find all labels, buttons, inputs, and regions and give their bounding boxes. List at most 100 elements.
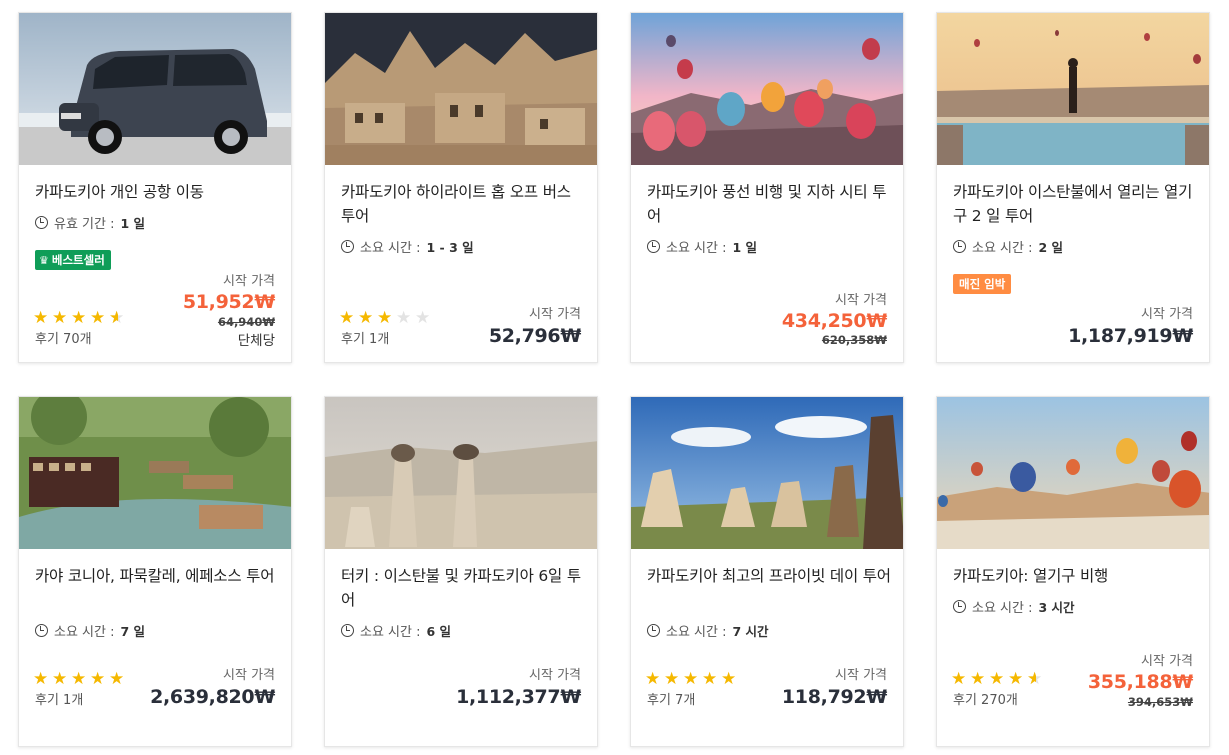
clock-icon <box>647 624 660 637</box>
clock-icon <box>35 624 48 637</box>
star-full-icon: ★ <box>90 308 106 328</box>
rock-formations-sky-photo <box>631 397 903 549</box>
star-full-icon: ★ <box>664 669 680 689</box>
rating-stars: ★ ★ ★ ★ ★ <box>33 309 127 327</box>
tour-title[interactable]: 카야 코니아, 파묵칼레, 에페소스 투어 <box>35 564 279 588</box>
star-full-icon: ★ <box>33 669 49 689</box>
star-half-icon: ★ <box>1027 670 1045 688</box>
price-label: 시작 가격 <box>1141 654 1193 669</box>
star-full-icon: ★ <box>109 669 125 689</box>
clock-icon <box>35 216 48 229</box>
star-full-icon: ★ <box>33 308 49 328</box>
tour-image-rock-formations[interactable] <box>631 397 903 549</box>
tour-card[interactable]: 카파도키아 하이라이트 홉 오프 버스 투어 소요 시간 : 1 - 3 일 시… <box>324 12 598 363</box>
duration-value: 1 - 3 일 <box>426 240 474 255</box>
rating-stars: ★ ★ ★ ★ ★ <box>645 670 739 688</box>
van-photo <box>19 13 291 165</box>
fairy-chimneys-photo <box>325 397 597 549</box>
price: 51,952₩ <box>182 291 275 313</box>
review-count[interactable]: 후기 7개 <box>647 689 695 708</box>
duration-value: 7 시간 <box>732 624 769 639</box>
clock-icon <box>647 240 660 253</box>
price-label: 시작 가격 <box>835 293 887 308</box>
tour-image-woman-pool[interactable] <box>937 13 1209 165</box>
rock-houses-photo <box>325 13 597 165</box>
duration-label: 소요 시간 : <box>54 625 115 640</box>
review-count[interactable]: 후기 270개 <box>953 689 1018 708</box>
bestseller-badge: ♛ 베스트셀러 <box>35 250 111 270</box>
review-count[interactable]: 후기 1개 <box>35 689 83 708</box>
clock-icon <box>341 624 354 637</box>
star-full-icon: ★ <box>52 669 68 689</box>
duration: 소요 시간 : 7 일 <box>35 621 145 640</box>
tour-title[interactable]: 터키 : 이스탄불 및 카파도키아 6일 투어 <box>341 564 585 612</box>
tour-card[interactable]: 카파도키아 이스탄불에서 열리는 열기구 2 일 투어 소요 시간 : 2 일 … <box>936 12 1210 363</box>
tour-title[interactable]: 카파도키아 이스탄불에서 열리는 열기구 2 일 투어 <box>953 180 1197 228</box>
duration-value: 3 시간 <box>1038 600 1075 615</box>
tour-image-balloons-sunset[interactable] <box>631 13 903 165</box>
tour-image-rock-houses[interactable] <box>325 13 597 165</box>
duration: 소요 시간 : 2 일 <box>953 237 1063 256</box>
tour-title[interactable]: 카파도키아: 열기구 비행 <box>953 564 1197 588</box>
tour-image-balloons-valley[interactable] <box>937 397 1209 549</box>
tour-card[interactable]: 터키 : 이스탄불 및 카파도키아 6일 투어 소요 시간 : 6 일 시작 가… <box>324 396 598 747</box>
crown-icon: ♛ <box>39 253 49 267</box>
clock-icon <box>953 240 966 253</box>
clock-icon <box>341 240 354 253</box>
duration: 소요 시간 : 1 - 3 일 <box>341 237 474 256</box>
rating-stars: ★ ★ ★ ★ ★ <box>339 309 433 327</box>
star-full-icon: ★ <box>71 308 87 328</box>
selling-fast-badge: 매진 임박 <box>953 274 1012 294</box>
tour-title[interactable]: 카파도키아 풍선 비행 및 지하 시티 투어 <box>647 180 891 228</box>
tour-title[interactable]: 카파도키아 하이라이트 홉 오프 버스 투어 <box>341 180 585 228</box>
star-empty-icon: ★ <box>415 308 431 328</box>
duration: 소요 시간 : 6 일 <box>341 621 451 640</box>
review-count[interactable]: 후기 70개 <box>35 328 92 347</box>
duration-label: 소요 시간 : <box>972 241 1033 256</box>
duration: 소요 시간 : 1 일 <box>647 237 757 256</box>
tour-card[interactable]: 카파도키아 풍선 비행 및 지하 시티 투어 소요 시간 : 1 일 시작 가격… <box>630 12 904 363</box>
duration-value: 1 일 <box>732 240 758 255</box>
star-full-icon: ★ <box>52 308 68 328</box>
star-full-icon: ★ <box>358 308 374 328</box>
price: 2,639,820₩ <box>150 686 275 708</box>
star-full-icon: ★ <box>951 669 967 689</box>
tour-card[interactable]: 카파도키아 개인 공항 이동 유효 기간 : 1 일 ♛ 베스트셀러 시작 가격… <box>18 12 292 363</box>
tour-image-river[interactable] <box>19 397 291 549</box>
review-count[interactable]: 후기 1개 <box>341 328 389 347</box>
price-label: 시작 가격 <box>529 307 581 322</box>
price-label: 시작 가격 <box>835 668 887 683</box>
duration-label: 소요 시간 : <box>360 241 421 256</box>
star-full-icon: ★ <box>721 669 737 689</box>
duration-value: 7 일 <box>120 624 146 639</box>
star-half-icon: ★ <box>109 309 127 327</box>
star-full-icon: ★ <box>1008 669 1024 689</box>
price: 1,187,919₩ <box>1068 325 1193 347</box>
price-label: 시작 가격 <box>529 668 581 683</box>
duration-value: 2 일 <box>1038 240 1064 255</box>
star-full-icon: ★ <box>339 308 355 328</box>
duration-label: 유효 기간 : <box>54 217 115 232</box>
tour-image-van[interactable] <box>19 13 291 165</box>
balloons-valley-photo <box>937 397 1209 549</box>
original-price: 394,653₩ <box>1127 695 1193 709</box>
badge-label: 베스트셀러 <box>51 253 105 267</box>
tour-title[interactable]: 카파도키아 최고의 프라이빗 데이 투어 <box>647 564 891 588</box>
star-empty-icon: ★ <box>396 308 412 328</box>
tour-card[interactable]: 카야 코니아, 파묵칼레, 에페소스 투어 소요 시간 : 7 일 시작 가격 … <box>18 396 292 747</box>
rating-stars: ★ ★ ★ ★ ★ <box>33 670 127 688</box>
price-label: 시작 가격 <box>223 668 275 683</box>
price-label: 시작 가격 <box>223 274 275 289</box>
price: 1,112,377₩ <box>456 686 581 708</box>
tour-title[interactable]: 카파도키아 개인 공항 이동 <box>35 180 279 204</box>
star-full-icon: ★ <box>989 669 1005 689</box>
duration: 유효 기간 : 1 일 <box>35 213 145 232</box>
tour-card[interactable]: 카파도키아 최고의 프라이빗 데이 투어 소요 시간 : 7 시간 시작 가격 … <box>630 396 904 747</box>
star-full-icon: ★ <box>377 308 393 328</box>
balloons-sunset-photo <box>631 13 903 165</box>
price-unit: 단체당 <box>237 333 275 349</box>
tour-card[interactable]: 카파도키아: 열기구 비행 소요 시간 : 3 시간 시작 가격 ★ ★ ★ ★… <box>936 396 1210 747</box>
star-full-icon: ★ <box>645 669 661 689</box>
tour-image-fairy-chimneys[interactable] <box>325 397 597 549</box>
star-full-icon: ★ <box>970 669 986 689</box>
